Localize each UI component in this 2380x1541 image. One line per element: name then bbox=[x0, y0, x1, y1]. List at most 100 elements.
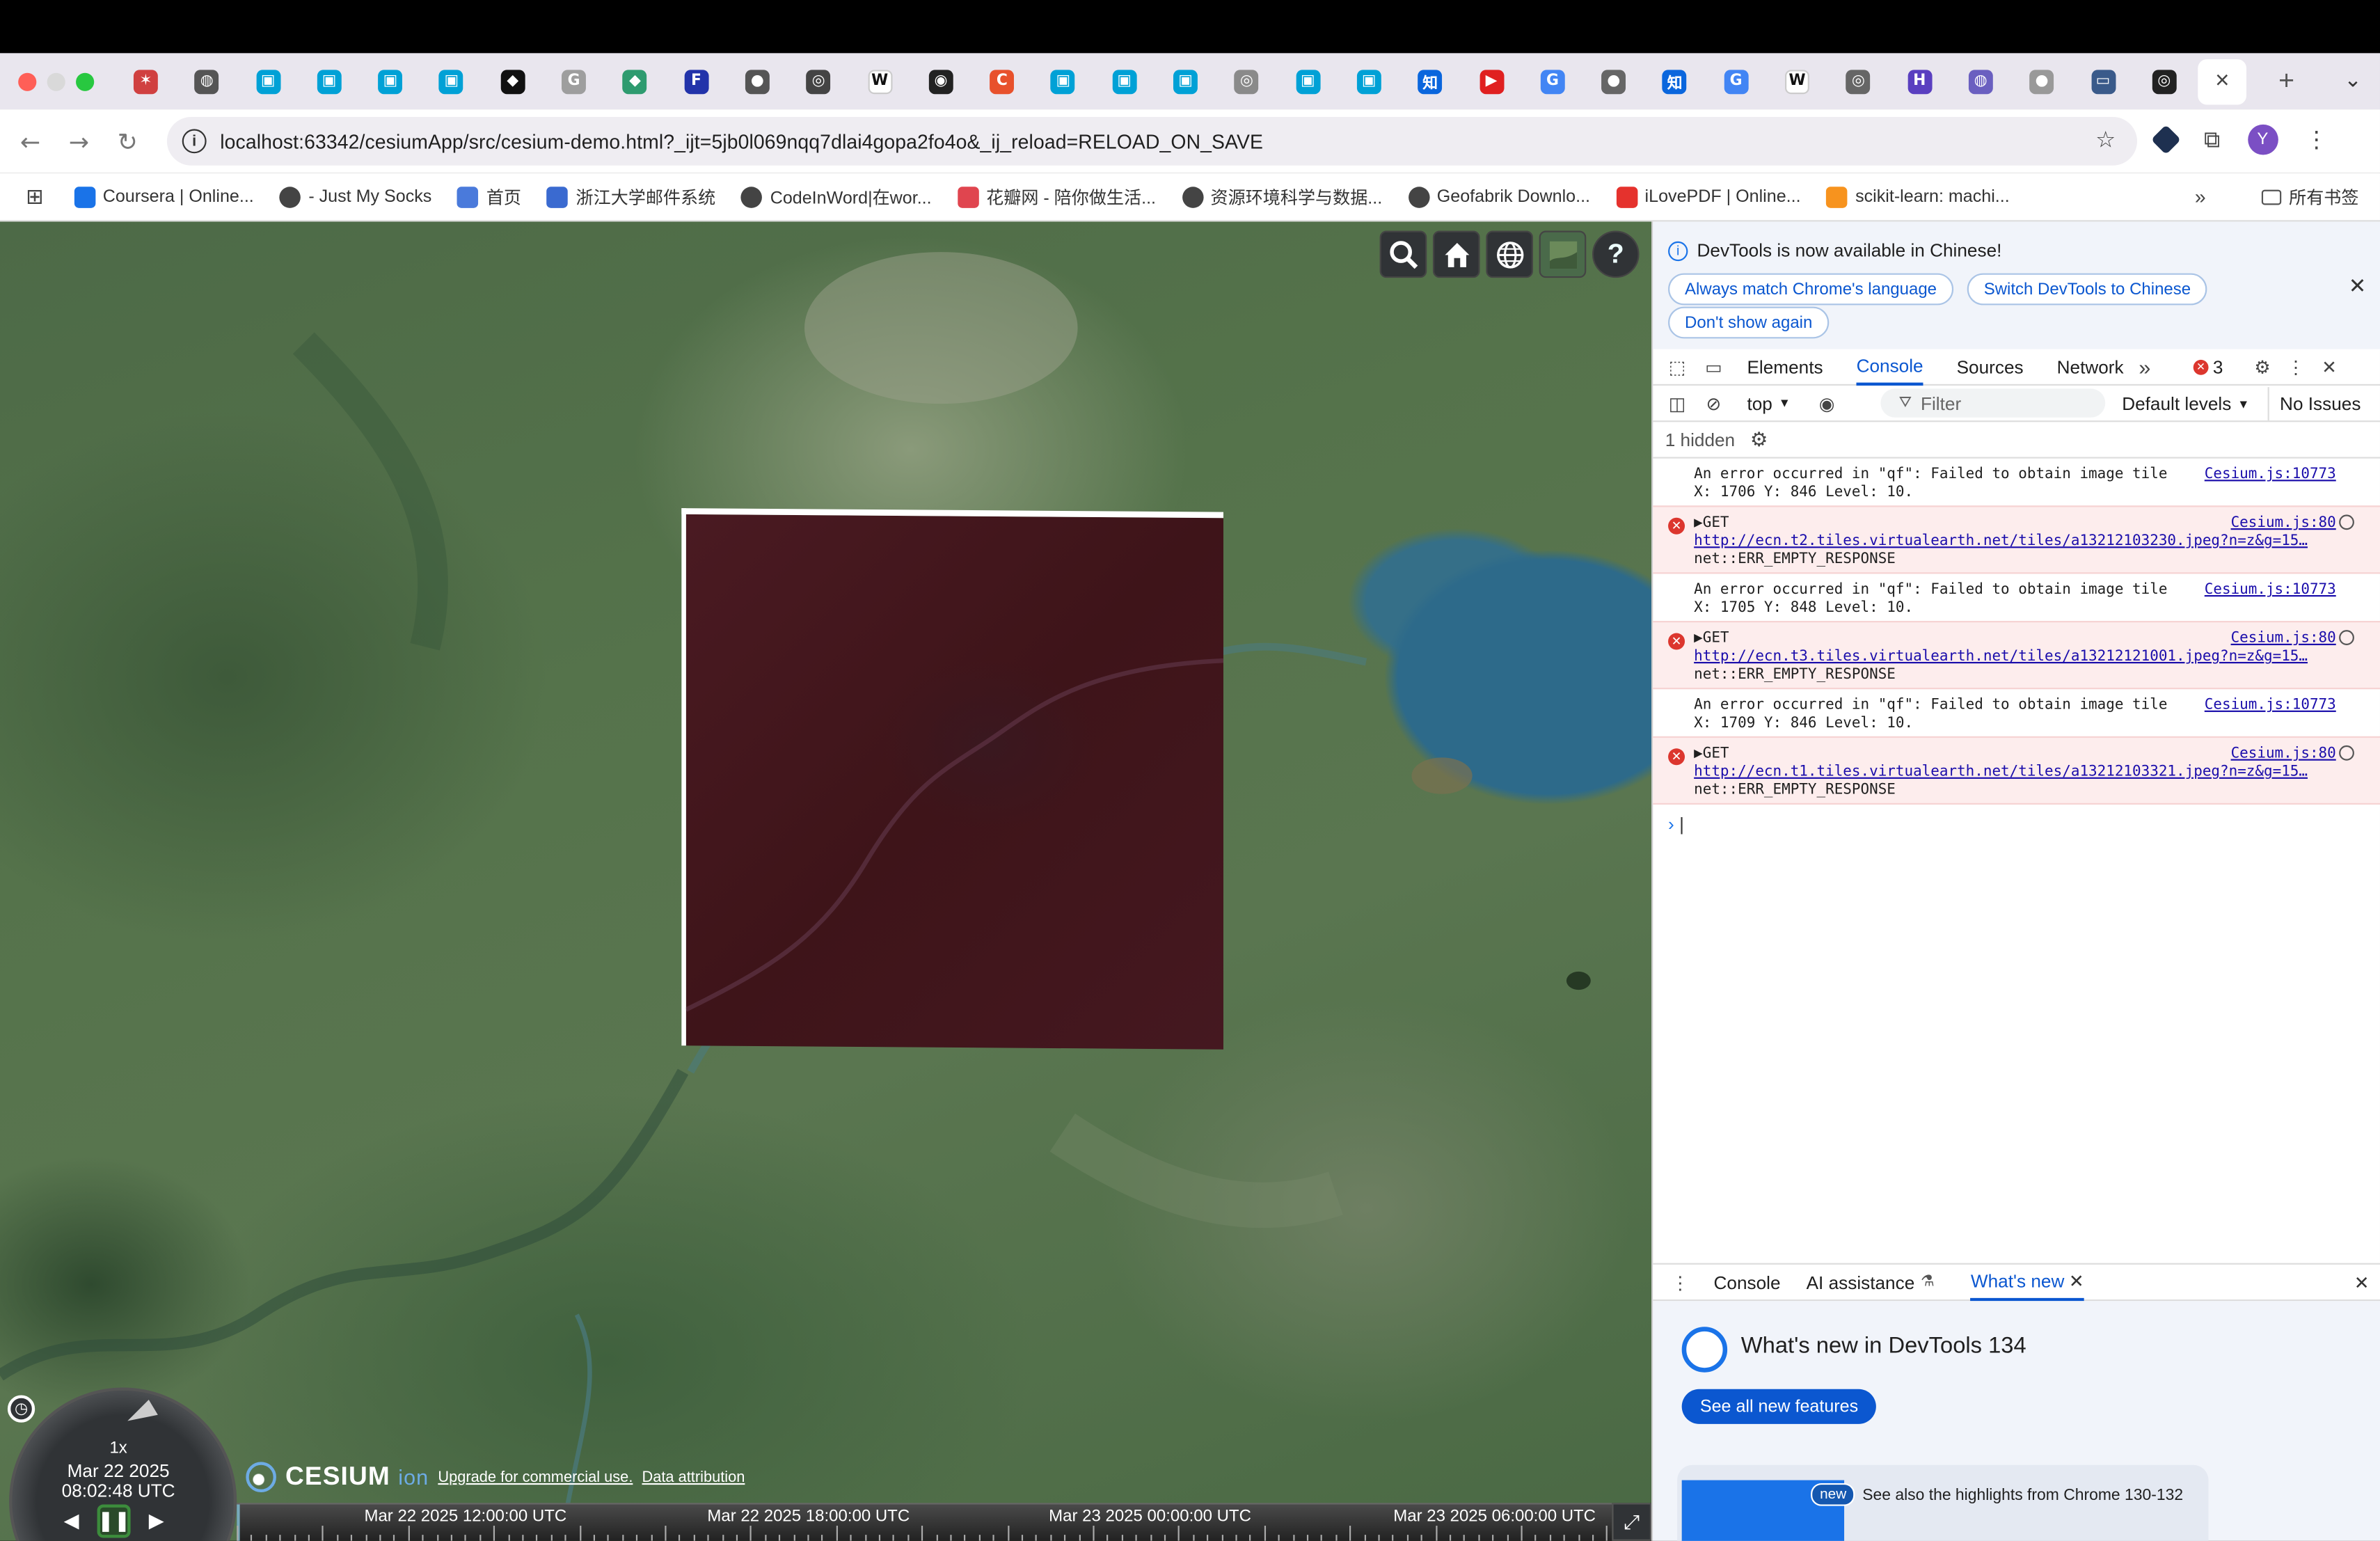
new-tab-button[interactable]: + bbox=[2268, 65, 2304, 97]
request-url-link[interactable]: http://ecn.t3.tiles.virtualearth.net/til… bbox=[1694, 648, 2308, 665]
more-tabs-icon[interactable]: » bbox=[2139, 354, 2150, 379]
live-expression-eye-icon[interactable]: ◉ bbox=[1815, 391, 1839, 416]
site-info-icon[interactable]: i bbox=[182, 129, 207, 154]
log-levels-select[interactable]: Default levels ▼ bbox=[2122, 393, 2249, 415]
device-toolbar-icon[interactable]: ▭ bbox=[1701, 354, 1726, 379]
close-tab-icon[interactable]: × bbox=[2215, 68, 2229, 95]
bookmark-item[interactable]: Coursera | Online... bbox=[74, 186, 254, 207]
console-settings-gear-icon[interactable]: ⚙ bbox=[1750, 428, 1768, 452]
browser-menu-icon[interactable]: ⋮ bbox=[2306, 126, 2329, 153]
cesium-logo-icon[interactable] bbox=[246, 1462, 276, 1493]
match-language-button[interactable]: Always match Chrome's language bbox=[1668, 273, 1954, 306]
bookmark-star-icon[interactable]: ☆ bbox=[2095, 126, 2116, 153]
extension-hex-icon[interactable] bbox=[2150, 125, 2182, 155]
context-selector[interactable]: top ▼ bbox=[1747, 393, 1790, 414]
apps-grid-icon[interactable]: ⊞ bbox=[26, 184, 44, 209]
settings-gear-icon[interactable]: ⚙ bbox=[2251, 354, 2275, 379]
drawer-tab-ai-assistance[interactable]: AI assistance bbox=[1807, 1272, 1915, 1293]
bookmark-item[interactable]: 资源环境科学与数据... bbox=[1182, 184, 1382, 209]
browser-tab[interactable]: ◍ bbox=[180, 58, 235, 104]
more-bookmarks-icon[interactable]: » bbox=[2195, 185, 2206, 208]
bookmark-item[interactable]: iLovePDF | Online... bbox=[1616, 186, 1801, 207]
network-globe-icon[interactable] bbox=[2339, 745, 2354, 761]
tab-sources[interactable]: Sources bbox=[1957, 349, 2024, 385]
browser-tab[interactable]: ● bbox=[2015, 58, 2070, 104]
browser-tab[interactable]: ▣ bbox=[1036, 58, 1091, 104]
browser-tab[interactable]: W bbox=[852, 58, 907, 104]
inspect-element-icon[interactable]: ⬚ bbox=[1665, 354, 1690, 379]
browser-tab[interactable]: G bbox=[546, 58, 601, 104]
error-counter[interactable]: ✕ 3 bbox=[2193, 356, 2223, 377]
browser-tab[interactable]: C bbox=[975, 58, 1030, 104]
browser-tab[interactable]: ◎ bbox=[2137, 58, 2192, 104]
close-devtools-icon[interactable]: ✕ bbox=[2317, 354, 2342, 379]
browser-tab[interactable]: W bbox=[1770, 58, 1825, 104]
cesium-viewer[interactable]: ? 1x Mar 22 2025 08:02:48 UTC ◀ ❚❚ ▶ ◷ C… bbox=[0, 221, 1652, 1541]
request-method[interactable]: ▶GET bbox=[1694, 514, 1729, 531]
data-attribution-link[interactable]: Data attribution bbox=[642, 1469, 745, 1485]
issues-button[interactable]: No Issues bbox=[2280, 393, 2361, 415]
request-url-link[interactable]: http://ecn.t2.tiles.virtualearth.net/til… bbox=[1694, 533, 2308, 550]
source-link[interactable]: Cesium.js:10773 bbox=[2205, 466, 2336, 484]
browser-tab[interactable]: F bbox=[669, 58, 724, 104]
devtools-menu-icon[interactable]: ⋮ bbox=[2284, 354, 2308, 379]
close-drawer-icon[interactable]: ✕ bbox=[2354, 1272, 2370, 1294]
source-link[interactable]: Cesium.js:10773 bbox=[2205, 581, 2336, 599]
fullscreen-button[interactable]: ⤢ bbox=[1612, 1503, 1652, 1541]
active-tab[interactable]: × bbox=[2198, 58, 2247, 104]
pause-icon[interactable]: ❚❚ bbox=[97, 1504, 131, 1538]
switch-chinese-button[interactable]: Switch DevTools to Chinese bbox=[1967, 273, 2208, 306]
drawer-tab-console[interactable]: Console bbox=[1713, 1272, 1780, 1293]
timeline[interactable]: Mar 22 2025 12:00:00 UTC Mar 22 2025 18:… bbox=[237, 1503, 1612, 1541]
browser-tab[interactable]: ◎ bbox=[1219, 58, 1274, 104]
upgrade-link[interactable]: Upgrade for commercial use. bbox=[438, 1469, 633, 1485]
animation-widget[interactable]: 1x Mar 22 2025 08:02:48 UTC ◀ ❚❚ ▶ bbox=[9, 1387, 237, 1541]
drawer-tab-whats-new[interactable]: What's new ✕ bbox=[1970, 1263, 2084, 1302]
forward-icon[interactable]: → bbox=[55, 127, 104, 155]
browser-tab[interactable]: ▣ bbox=[1097, 58, 1152, 104]
browser-tab[interactable]: ▣ bbox=[302, 58, 357, 104]
browser-tab[interactable]: ✶ bbox=[118, 58, 173, 104]
request-url-link[interactable]: http://ecn.t1.tiles.virtualearth.net/til… bbox=[1694, 764, 2308, 780]
source-link[interactable]: Cesium.js:80 bbox=[2231, 514, 2336, 532]
filter-input[interactable]: ⛛ Filter bbox=[1880, 388, 2106, 418]
bookmark-item[interactable]: scikit-learn: machi... bbox=[1826, 186, 2010, 207]
zoom-window-button[interactable] bbox=[76, 72, 95, 90]
browser-tab[interactable]: ◎ bbox=[1831, 58, 1886, 104]
browser-tab[interactable]: G bbox=[1525, 58, 1580, 104]
console-prompt[interactable]: › | bbox=[1653, 805, 2380, 844]
address-bar[interactable]: i localhost:63342/cesiumApp/src/cesium-d… bbox=[166, 116, 2138, 166]
request-method[interactable]: ▶GET bbox=[1694, 630, 1729, 647]
home-button[interactable] bbox=[1432, 230, 1480, 278]
address-text[interactable]: localhost:63342/cesiumApp/src/cesium-dem… bbox=[220, 129, 1263, 152]
browser-tab[interactable]: ▭ bbox=[2076, 58, 2131, 104]
scene-mode-button[interactable] bbox=[1486, 230, 1533, 278]
see-all-features-button[interactable]: See all new features bbox=[1681, 1389, 1877, 1424]
browser-tab[interactable]: ● bbox=[730, 58, 785, 104]
extensions-puzzle-icon[interactable]: ⧉ bbox=[2204, 126, 2220, 153]
request-method[interactable]: ▶GET bbox=[1694, 745, 1729, 762]
browser-tab[interactable]: ◍ bbox=[1953, 58, 2008, 104]
browser-tab[interactable]: ▣ bbox=[1342, 58, 1397, 104]
drawer-menu-icon[interactable]: ⋮ bbox=[1671, 1272, 1689, 1293]
all-bookmarks-folder[interactable]: 所有书签 bbox=[2261, 185, 2358, 210]
dont-show-again-button[interactable]: Don't show again bbox=[1668, 306, 1830, 339]
minimize-window-button[interactable] bbox=[47, 72, 65, 90]
sidebar-toggle-icon[interactable]: ◫ bbox=[1665, 391, 1690, 416]
network-globe-icon[interactable] bbox=[2339, 514, 2354, 530]
play-reverse-icon[interactable]: ◀ bbox=[55, 1504, 88, 1538]
bookmark-item[interactable]: 花瓣网 - 陪你做生活... bbox=[957, 184, 1156, 209]
source-link[interactable]: Cesium.js:10773 bbox=[2205, 697, 2336, 715]
profile-avatar[interactable]: Y bbox=[2247, 124, 2278, 155]
tab-elements[interactable]: Elements bbox=[1747, 349, 1823, 385]
bookmark-item[interactable]: CodeInWord|在wor... bbox=[741, 184, 932, 209]
clear-console-icon[interactable]: ⊘ bbox=[1701, 391, 1726, 416]
network-globe-icon[interactable] bbox=[2339, 630, 2354, 645]
browser-tab[interactable]: 知 bbox=[1647, 58, 1702, 104]
browser-tab[interactable]: ● bbox=[1587, 58, 1642, 104]
base-layer-picker-button[interactable] bbox=[1539, 230, 1587, 278]
tab-search-chevron-icon[interactable]: ⌄ bbox=[2344, 67, 2362, 93]
close-tab-icon[interactable]: ✕ bbox=[2069, 1270, 2084, 1292]
browser-tab[interactable]: ▣ bbox=[363, 58, 418, 104]
browser-tab[interactable]: ▶ bbox=[1464, 58, 1519, 104]
